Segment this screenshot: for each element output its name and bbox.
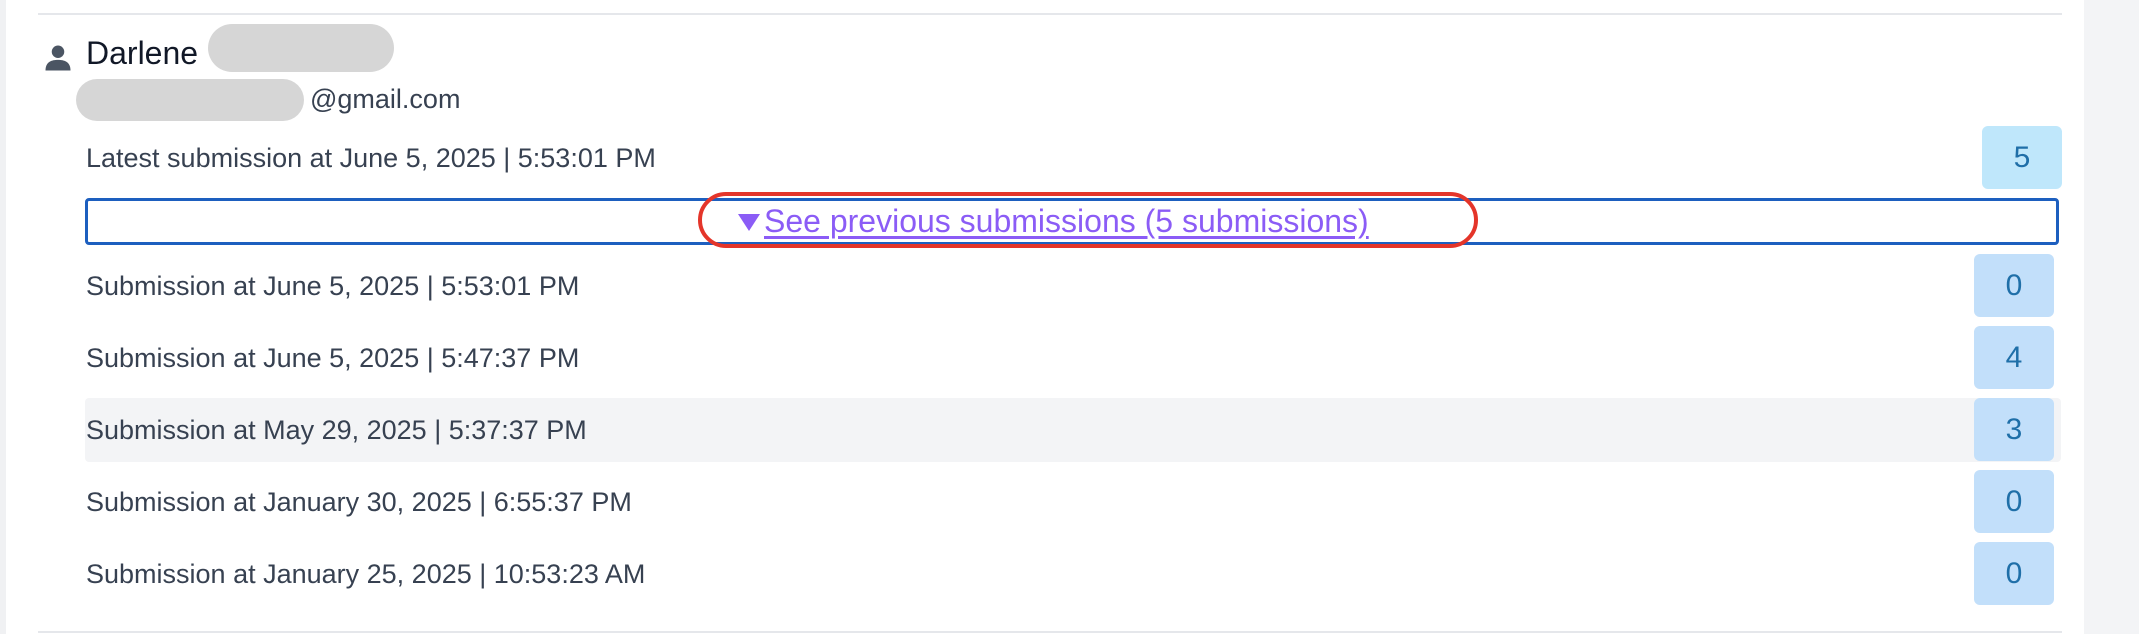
top-divider (38, 13, 2062, 15)
submission-row[interactable]: Submission at January 25, 2025 | 10:53:2… (85, 542, 2061, 606)
redacted-email-local (76, 79, 304, 121)
latest-score-badge[interactable]: 5 (1982, 126, 2062, 189)
submission-text: Submission at May 29, 2025 | 5:37:37 PM (86, 415, 587, 445)
submission-row-hovered[interactable]: Submission at May 29, 2025 | 5:37:37 PM … (85, 398, 2061, 462)
submission-score-badge[interactable]: 0 (1974, 542, 2054, 605)
submission-score-badge[interactable]: 0 (1974, 254, 2054, 317)
submission-panel: Darlene @gmail.com Latest submission at … (0, 0, 2139, 634)
submission-row[interactable]: Submission at June 5, 2025 | 5:47:37 PM … (85, 326, 2061, 390)
user-name: Darlene (86, 35, 199, 71)
latest-submission-text: Latest submission at June 5, 2025 | 5:53… (86, 143, 656, 173)
redacted-surname (208, 24, 394, 72)
person-icon (45, 45, 71, 71)
submission-text: Submission at January 30, 2025 | 6:55:37… (86, 487, 632, 517)
submission-score-badge[interactable]: 4 (1974, 326, 2054, 389)
user-email-domain: @gmail.com (310, 84, 461, 114)
submission-row[interactable]: Submission at June 5, 2025 | 5:53:01 PM … (85, 254, 2061, 318)
submission-row[interactable]: Submission at January 30, 2025 | 6:55:37… (85, 470, 2061, 534)
bottom-divider (38, 631, 2062, 633)
annotation-highlight (698, 192, 1478, 248)
submission-text: Submission at January 25, 2025 | 10:53:2… (86, 559, 646, 589)
submission-text: Submission at June 5, 2025 | 5:47:37 PM (86, 343, 580, 373)
submission-text: Submission at June 5, 2025 | 5:53:01 PM (86, 271, 580, 301)
left-border (0, 0, 6, 634)
submission-score-badge[interactable]: 3 (1974, 398, 2054, 461)
submission-score-badge[interactable]: 0 (1974, 470, 2054, 533)
right-gutter (2084, 0, 2139, 634)
